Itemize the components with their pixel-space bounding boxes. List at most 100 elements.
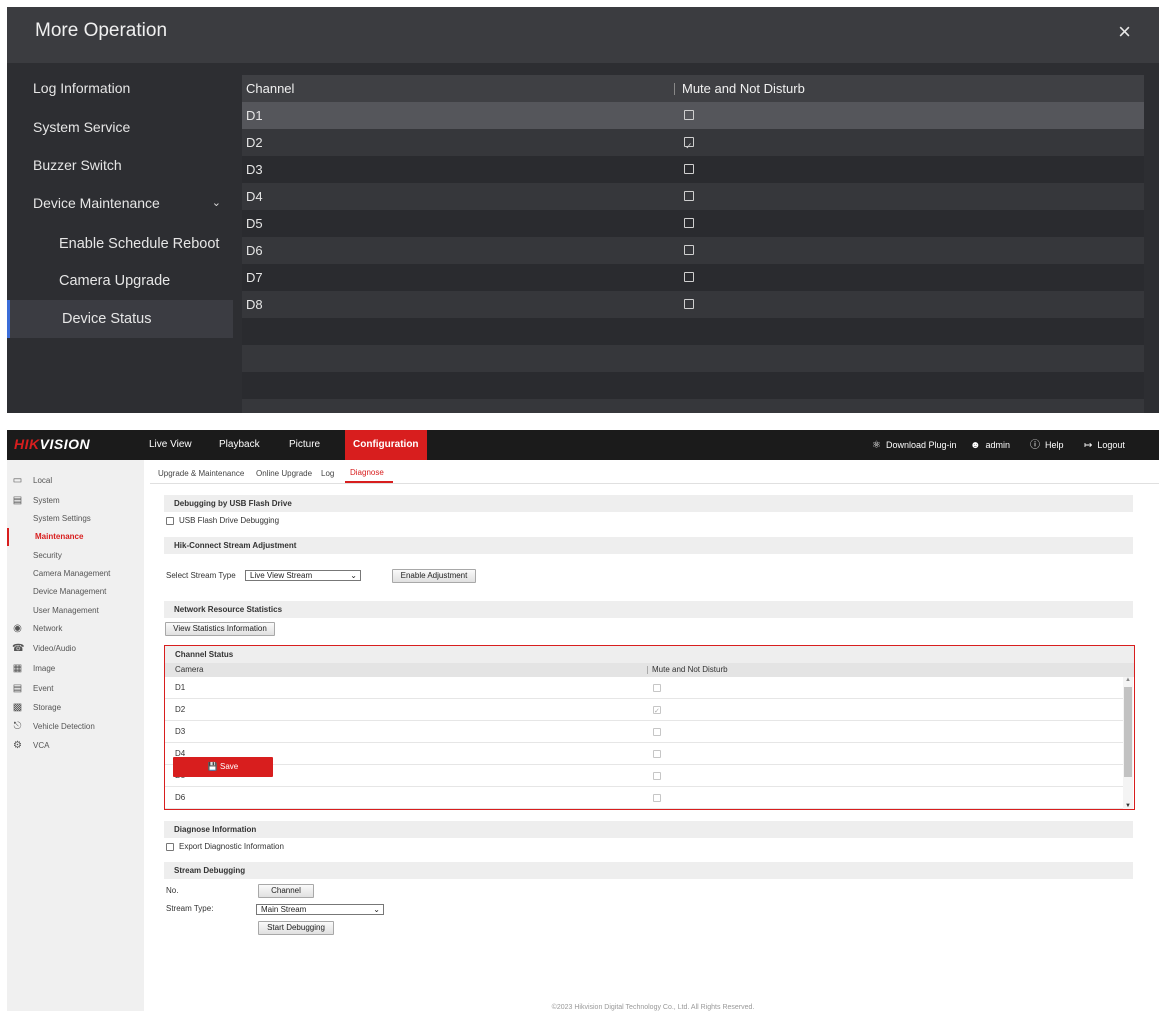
tab-diagnose[interactable]: Diagnose bbox=[350, 468, 384, 477]
row-camera: D2 bbox=[175, 705, 186, 714]
debug-stream-type-select[interactable]: Main Stream ⌄ bbox=[256, 904, 384, 915]
column-separator bbox=[647, 666, 648, 674]
mute-checkbox[interactable] bbox=[653, 750, 661, 758]
scroll-up-icon[interactable]: ▲ bbox=[1125, 677, 1131, 683]
table-row[interactable]: D3 bbox=[242, 156, 1144, 183]
sidebar-item-network[interactable]: ◉ Network bbox=[7, 620, 144, 638]
stream-type-select[interactable]: Live View Stream ⌄ bbox=[245, 570, 361, 581]
table-row[interactable]: D4 bbox=[242, 183, 1144, 210]
config-sidebar: ▭ Local ▤ System System Settings Maintenan… bbox=[7, 460, 144, 1011]
usb-debugging-checkbox[interactable] bbox=[166, 517, 174, 525]
tab-upgrade-maintenance[interactable]: Upgrade & Maintenance bbox=[158, 469, 244, 478]
table-row[interactable]: D2 bbox=[242, 129, 1144, 160]
table-row[interactable]: D5 bbox=[242, 210, 1144, 237]
nav-live-view[interactable]: Live View bbox=[149, 430, 192, 460]
table-row[interactable]: D1 bbox=[165, 677, 1123, 699]
sidebar-item-event[interactable]: ▤ Event bbox=[7, 680, 144, 698]
enable-adjustment-button[interactable]: Enable Adjustment bbox=[392, 569, 476, 583]
sidebar-item-label: Device Maintenance bbox=[33, 195, 160, 211]
dialog-header: More Operation × bbox=[7, 7, 1159, 63]
channel-button[interactable]: Channel bbox=[258, 884, 314, 898]
no-label: No. bbox=[166, 886, 179, 895]
sidebar-item-device-management[interactable]: Device Management bbox=[7, 583, 144, 601]
mute-checkbox[interactable] bbox=[684, 299, 694, 309]
download-plugin-link[interactable]: ⚛ Download Plug-in bbox=[872, 430, 957, 460]
logout-link[interactable]: ↦ Logout bbox=[1084, 430, 1125, 460]
section-header-channel-status: Channel Status bbox=[165, 646, 1134, 663]
table-row[interactable]: D6 bbox=[242, 237, 1144, 264]
tab-log[interactable]: Log bbox=[321, 469, 334, 478]
close-icon[interactable]: × bbox=[1118, 19, 1131, 45]
nav-picture[interactable]: Picture bbox=[289, 430, 320, 460]
scrollbar-thumb[interactable] bbox=[1124, 687, 1132, 777]
mute-checkbox[interactable] bbox=[684, 110, 694, 120]
sidebar-item-system-settings[interactable]: System Settings bbox=[7, 510, 144, 528]
sidebar-item-image[interactable]: ▦ Image bbox=[7, 660, 144, 678]
sidebar-item-vehicle-detection[interactable]: ⎋ Vehicle Detection bbox=[7, 718, 144, 736]
sidebar-item-security[interactable]: Security bbox=[7, 547, 144, 565]
storage-icon: ▩ bbox=[12, 702, 23, 713]
event-icon: ▤ bbox=[12, 683, 23, 694]
row-channel: D6 bbox=[246, 243, 263, 258]
table-row[interactable]: D4 bbox=[165, 743, 1123, 765]
tab-online-upgrade[interactable]: Online Upgrade bbox=[256, 469, 312, 478]
mute-checkbox[interactable] bbox=[684, 245, 694, 255]
mute-checkbox[interactable] bbox=[684, 164, 694, 174]
mute-checkbox[interactable] bbox=[684, 133, 694, 160]
sidebar-item-storage[interactable]: ▩ Storage bbox=[7, 699, 144, 717]
vca-icon: ⚙ bbox=[13, 740, 22, 751]
mute-checkbox[interactable] bbox=[653, 772, 661, 780]
sidebar-item-local[interactable]: ▭ Local bbox=[7, 472, 144, 490]
nav-playback[interactable]: Playback bbox=[219, 430, 260, 460]
table-row[interactable]: D5 bbox=[165, 765, 1123, 787]
sidebar-item-device-maintenance[interactable]: Device Maintenance ⌄ bbox=[7, 184, 233, 222]
sidebar-item-system-service[interactable]: System Service bbox=[7, 108, 233, 146]
column-header-channel: Channel bbox=[246, 81, 295, 96]
help-link[interactable]: ⓘ Help bbox=[1030, 430, 1064, 460]
table-row[interactable]: D7 bbox=[242, 264, 1144, 291]
scroll-down-icon[interactable]: ▼ bbox=[1125, 803, 1131, 809]
usb-debugging-label: USB Flash Drive Debugging bbox=[179, 516, 280, 525]
dialog-sidebar: Log Information System Service Buzzer Sw… bbox=[7, 63, 233, 413]
nav-configuration[interactable]: Configuration bbox=[345, 430, 427, 460]
mute-checkbox[interactable] bbox=[684, 272, 694, 282]
table-row[interactable]: D2 bbox=[165, 699, 1123, 723]
sidebar-item-camera-management[interactable]: Camera Management bbox=[7, 565, 144, 583]
table-row[interactable]: D3 bbox=[165, 721, 1123, 743]
footer-copyright: ©2023 Hikvision Digital Technology Co., … bbox=[551, 1004, 755, 1011]
table-row[interactable]: D1 bbox=[242, 102, 1144, 129]
mute-checkbox[interactable] bbox=[653, 701, 661, 723]
stream-type-label: Select Stream Type bbox=[166, 571, 236, 580]
table-row[interactable]: D8 bbox=[242, 291, 1144, 318]
column-header-camera: Camera bbox=[175, 665, 204, 674]
sidebar-item-video-audio[interactable]: ☎ Video/Audio bbox=[7, 640, 144, 658]
sidebar-item-camera-upgrade[interactable]: Camera Upgrade bbox=[7, 262, 233, 300]
sidebar-item-buzzer-switch[interactable]: Buzzer Switch bbox=[7, 146, 233, 184]
plugin-icon: ⚛ bbox=[872, 440, 881, 451]
mute-checkbox[interactable] bbox=[684, 191, 694, 201]
user-link[interactable]: ☻ admin bbox=[970, 430, 1010, 460]
row-camera: D3 bbox=[175, 727, 186, 736]
mute-checkbox[interactable] bbox=[653, 728, 661, 736]
image-icon: ▦ bbox=[12, 663, 23, 674]
sidebar-item-log-information[interactable]: Log Information bbox=[7, 69, 233, 107]
mute-checkbox[interactable] bbox=[684, 218, 694, 228]
mute-checkbox[interactable] bbox=[653, 794, 661, 802]
view-statistics-button[interactable]: View Statistics Information bbox=[165, 622, 275, 636]
table-row[interactable]: D6 bbox=[165, 787, 1123, 809]
sidebar-item-vca[interactable]: ⚙ VCA bbox=[7, 737, 144, 755]
export-diagnostic-label: Export Diagnostic Information bbox=[179, 842, 284, 851]
save-button[interactable]: 💾 Save bbox=[173, 757, 273, 777]
hikvision-logo: HIKVISION bbox=[14, 436, 91, 452]
sidebar-item-device-status[interactable]: Device Status bbox=[7, 300, 233, 338]
sidebar-item-maintenance[interactable]: Maintenance bbox=[7, 528, 144, 546]
sidebar-item-user-management[interactable]: User Management bbox=[7, 602, 144, 620]
save-icon: 💾 bbox=[207, 762, 218, 771]
sidebar-item-system[interactable]: ▤ System bbox=[7, 492, 144, 510]
start-debugging-button[interactable]: Start Debugging bbox=[258, 921, 334, 935]
export-diagnostic-checkbox[interactable] bbox=[166, 843, 174, 851]
sidebar-item-enable-schedule-reboot[interactable]: Enable Schedule Reboot bbox=[7, 225, 233, 263]
row-channel: D8 bbox=[246, 297, 263, 312]
mute-checkbox[interactable] bbox=[653, 684, 661, 692]
channel-scrollbar[interactable]: ▲ ▼ bbox=[1123, 677, 1133, 809]
